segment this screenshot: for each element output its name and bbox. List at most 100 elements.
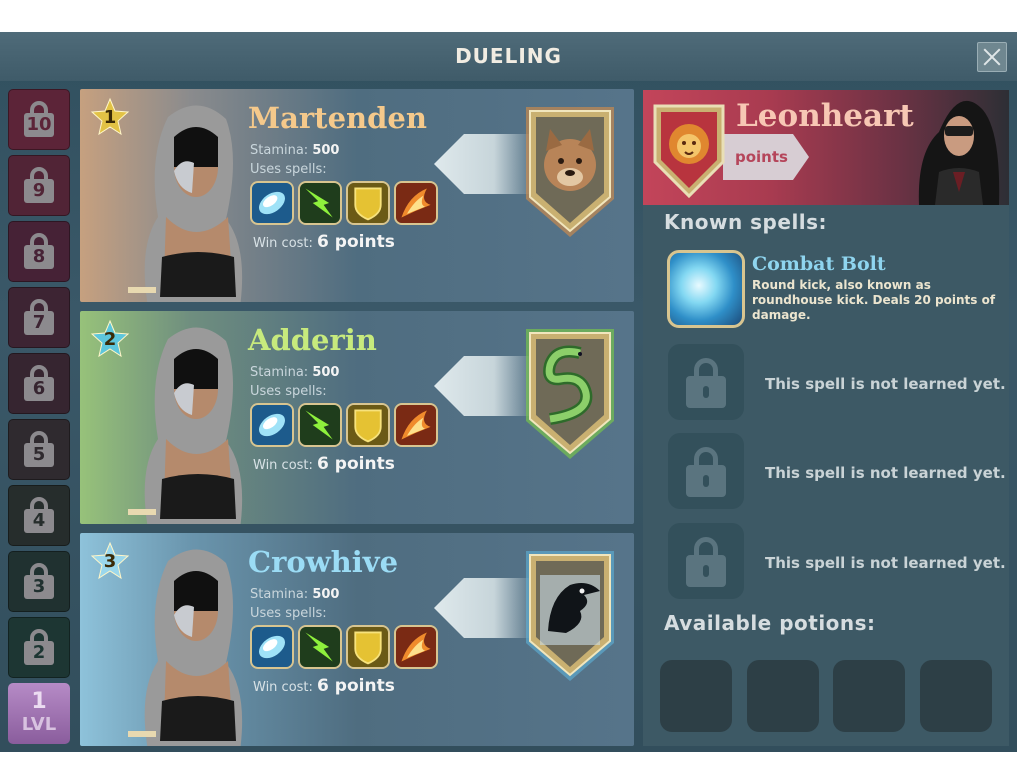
potion-slot[interactable]	[660, 660, 732, 732]
points-label: points	[735, 148, 788, 166]
stamina-label: Stamina:	[250, 365, 309, 380]
lock-icon: 10	[24, 100, 54, 139]
locked-spell-slot	[668, 523, 744, 599]
rank-star-icon: 3	[90, 541, 130, 581]
lock-icon: 9	[24, 166, 54, 205]
known-spell-name: Combat Bolt	[752, 253, 886, 275]
rank-number: 2	[103, 329, 117, 350]
lightning-icon[interactable]	[298, 625, 342, 669]
win-cost-value: 6 points	[317, 232, 395, 252]
serpent-crest-icon	[520, 323, 620, 463]
lock-icon	[686, 465, 726, 497]
shield-icon[interactable]	[346, 625, 390, 669]
win-cost: Win cost: 6 points	[253, 232, 395, 252]
level-current-label: LVL	[21, 714, 57, 735]
stamina-value: 500	[312, 587, 340, 602]
duel-card[interactable]: 1 Martenden Stamina: 500 Uses spells: Win co…	[80, 89, 634, 302]
locked-spell-text: This spell is not learned yet.	[765, 554, 1006, 572]
rank-star-icon: 2	[90, 319, 130, 359]
stamina-row: Stamina: 500	[250, 587, 339, 602]
level-current[interactable]: 1 LVL	[8, 683, 70, 744]
lightning-icon[interactable]	[298, 403, 342, 447]
duel-card[interactable]: 2 Adderin Stamina: 500 Uses spells: Win cost…	[80, 311, 634, 524]
level-locked: 3	[8, 551, 70, 612]
known-spells-heading: Known spells:	[664, 210, 828, 234]
player-panel: points Leonheart Known spells: Combat Bo…	[643, 90, 1009, 746]
shield-icon[interactable]	[346, 403, 390, 447]
win-cost-label: Win cost:	[253, 680, 313, 695]
lock-icon: 6	[24, 364, 54, 403]
locked-spell-slot	[668, 344, 744, 420]
potion-slot[interactable]	[833, 660, 905, 732]
rank-number: 3	[103, 551, 117, 572]
stamina-row: Stamina: 500	[250, 143, 339, 158]
spell-list	[250, 403, 440, 449]
level-current-number: 1	[31, 689, 47, 714]
window-title: DUELING	[455, 44, 562, 68]
level-locked: 6	[8, 353, 70, 414]
win-cost: Win cost: 6 points	[253, 676, 395, 696]
lock-icon: 2	[24, 628, 54, 667]
stamina-value: 500	[312, 143, 340, 158]
level-number: 5	[24, 442, 54, 467]
opponent-portrait	[108, 541, 258, 746]
level-number: 2	[24, 640, 54, 665]
points-band: points	[723, 134, 809, 180]
fire-icon[interactable]	[394, 403, 438, 447]
win-cost-value: 6 points	[317, 454, 395, 474]
close-icon[interactable]	[977, 42, 1007, 72]
screen: DUELING 10 9 8 7 6 5 4 3 2 1 LVL 1 Martenden Stami…	[0, 0, 1017, 759]
opponent-portrait	[108, 97, 258, 302]
known-spell-description: Round kick, also known as roundhouse kic…	[752, 278, 996, 322]
lion-crest-icon	[653, 104, 725, 199]
level-number: 8	[24, 244, 54, 269]
lock-icon: 7	[24, 298, 54, 337]
level-locked: 4	[8, 485, 70, 546]
marten-crest-icon	[520, 101, 620, 241]
duel-card[interactable]: 3 Crowhive Stamina: 500 Uses spells: Win cos…	[80, 533, 634, 746]
level-number: 4	[24, 508, 54, 533]
level-locked: 8	[8, 221, 70, 282]
win-cost-label: Win cost:	[253, 236, 313, 251]
lock-icon: 3	[24, 562, 54, 601]
level-locked: 2	[8, 617, 70, 678]
lock-icon	[686, 555, 726, 587]
spell-list	[250, 181, 440, 227]
ice-shard-icon[interactable]	[250, 625, 294, 669]
win-cost: Win cost: 6 points	[253, 454, 395, 474]
spell-list	[250, 625, 440, 671]
opponent-portrait	[108, 319, 258, 524]
potion-slot[interactable]	[747, 660, 819, 732]
ice-shard-icon[interactable]	[250, 403, 294, 447]
level-number: 9	[24, 178, 54, 203]
stamina-label: Stamina:	[250, 587, 309, 602]
lock-icon: 4	[24, 496, 54, 535]
ice-shard-icon[interactable]	[250, 181, 294, 225]
rank-star-icon: 1	[90, 97, 130, 137]
opponent-name: Crowhive	[248, 545, 399, 579]
level-number: 10	[24, 112, 54, 137]
spells-label: Uses spells:	[250, 162, 327, 177]
potion-slot[interactable]	[920, 660, 992, 732]
locked-spell-slot	[668, 433, 744, 509]
stamina-label: Stamina:	[250, 143, 309, 158]
locked-spell-text: This spell is not learned yet.	[765, 375, 1006, 393]
shield-icon[interactable]	[346, 181, 390, 225]
level-locked: 10	[8, 89, 70, 150]
rank-number: 1	[103, 107, 117, 128]
win-cost-label: Win cost:	[253, 458, 313, 473]
fire-icon[interactable]	[394, 625, 438, 669]
fire-icon[interactable]	[394, 181, 438, 225]
player-header: points Leonheart	[643, 90, 1009, 205]
title-bar: DUELING	[0, 32, 1017, 81]
combat-bolt-icon[interactable]	[667, 250, 745, 328]
level-locked: 7	[8, 287, 70, 348]
potions-heading: Available potions:	[664, 611, 876, 635]
lock-icon: 5	[24, 430, 54, 469]
spells-label: Uses spells:	[250, 384, 327, 399]
opponent-name: Martenden	[248, 101, 427, 135]
player-name: Leonheart	[736, 98, 914, 134]
level-locked: 5	[8, 419, 70, 480]
stamina-value: 500	[312, 365, 340, 380]
lightning-icon[interactable]	[298, 181, 342, 225]
